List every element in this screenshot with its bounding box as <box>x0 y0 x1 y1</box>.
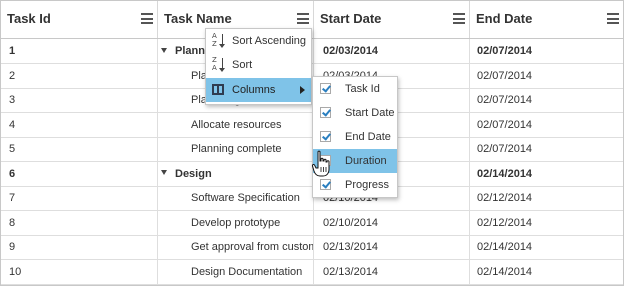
column-header-start-date[interactable]: Start Date <box>314 1 470 38</box>
checkbox[interactable] <box>320 107 331 118</box>
column-toggle-label: Start Date <box>345 107 395 119</box>
table-row[interactable]: 1 Planning 02/03/2014 02/07/2014 <box>1 39 623 64</box>
column-header-end-date[interactable]: End Date <box>470 1 623 38</box>
table-row[interactable]: 8 Develop prototype 02/10/2014 02/12/2014 <box>1 210 623 236</box>
end-date-cell: 02/12/2014 <box>477 216 533 229</box>
task-id-cell: 6 <box>1 161 158 186</box>
grid-header: Task Id Task Name Start Date End Date <box>1 1 623 39</box>
menu-item-sort-descending[interactable]: Z A Sort Descending <box>206 53 311 96</box>
expand-collapse-icon[interactable] <box>161 170 167 176</box>
task-name-text: Design Documentation <box>191 265 303 278</box>
column-header-label: Task Id <box>7 11 51 26</box>
end-date-cell: 02/07/2014 <box>477 118 533 131</box>
end-date-cell: 02/07/2014 <box>477 69 533 82</box>
task-name-cell: Develop prototype <box>158 210 314 235</box>
task-name-text: Develop prototype <box>191 216 281 229</box>
task-id-cell: 10 <box>1 259 158 284</box>
column-header-task-id[interactable]: Task Id <box>1 1 158 38</box>
end-date-cell: 02/14/2014 <box>477 265 533 278</box>
task-name-cell: Design <box>158 161 314 186</box>
menu-item-columns[interactable]: Columns <box>206 78 311 102</box>
task-id-cell: 5 <box>1 137 158 161</box>
column-context-menu: A Z Sort Ascending Z A Sort Descending C… <box>205 28 312 105</box>
expand-collapse-icon[interactable] <box>161 47 167 53</box>
column-header-label: Start Date <box>320 11 382 26</box>
sort-descending-icon: Z A <box>212 57 226 73</box>
task-id-cell: 7 <box>1 186 158 210</box>
columns-submenu: Task Id Start Date End Date Duration Pro… <box>312 76 398 198</box>
column-menu-icon[interactable] <box>607 13 619 24</box>
checkbox[interactable] <box>320 131 331 142</box>
column-toggle-start-date[interactable]: Start Date <box>313 101 397 125</box>
menu-item-label: Columns <box>232 84 276 96</box>
end-date-cell: 02/07/2014 <box>477 45 533 57</box>
start-date-cell: 02/13/2014 <box>314 259 470 284</box>
table-row[interactable]: 9 Get approval from customer 02/13/2014 02/… <box>1 235 623 260</box>
columns-icon <box>212 84 224 95</box>
menu-item-sort-ascending[interactable]: A Z Sort Ascending <box>206 29 311 53</box>
checkbox[interactable] <box>320 83 331 94</box>
task-name-text: Design <box>175 167 212 180</box>
column-toggle-label: Duration <box>345 155 387 167</box>
column-toggle-end-date[interactable]: End Date <box>313 125 397 149</box>
table-row[interactable]: 10 Design Documentation 02/13/2014 02/14/20… <box>1 259 623 285</box>
task-id-cell: 2 <box>1 63 158 88</box>
task-id-cell: 8 <box>1 210 158 235</box>
task-name-text: Allocate resources <box>191 118 282 131</box>
task-id-cell: 1 <box>1 39 158 63</box>
column-header-label: End Date <box>476 11 533 26</box>
column-menu-icon[interactable] <box>297 13 309 24</box>
end-date-cell: 02/14/2014 <box>477 241 533 253</box>
column-header-label: Task Name <box>164 11 232 26</box>
task-id-cell: 3 <box>1 88 158 112</box>
column-menu-icon[interactable] <box>453 13 465 24</box>
task-name-cell: Design Documentation <box>158 259 314 284</box>
column-toggle-label: End Date <box>345 131 391 143</box>
column-toggle-label: Task Id <box>345 83 380 95</box>
task-name-text: Software Specification <box>191 192 300 204</box>
task-name-cell: Planning complete <box>158 137 314 161</box>
end-date-cell: 02/12/2014 <box>477 192 533 204</box>
checkbox[interactable] <box>320 179 331 190</box>
hand-pointer-cursor-icon <box>311 150 330 177</box>
start-date-cell: 02/03/2014 <box>314 39 470 63</box>
column-toggle-label: Progress <box>345 179 390 191</box>
menu-item-label: Sort Ascending <box>232 35 306 47</box>
task-name-cell: Software Specification <box>158 186 314 210</box>
task-name-text: Get approval from customer <box>191 241 314 253</box>
column-menu-icon[interactable] <box>141 13 153 24</box>
task-id-cell: 9 <box>1 235 158 259</box>
start-date-cell: 02/13/2014 <box>314 235 470 259</box>
sort-ascending-icon: A Z <box>212 33 226 49</box>
submenu-arrow-icon <box>300 86 305 94</box>
task-name-text: Planning complete <box>191 143 282 155</box>
end-date-cell: 02/14/2014 <box>477 167 533 180</box>
task-name-cell: Allocate resources <box>158 112 314 137</box>
end-date-cell: 02/07/2014 <box>477 94 533 106</box>
column-toggle-task-id[interactable]: Task Id <box>313 77 397 101</box>
task-name-cell: Get approval from customer <box>158 235 314 259</box>
end-date-cell: 02/07/2014 <box>477 143 533 155</box>
task-id-cell: 4 <box>1 112 158 137</box>
start-date-cell: 02/10/2014 <box>314 210 470 235</box>
